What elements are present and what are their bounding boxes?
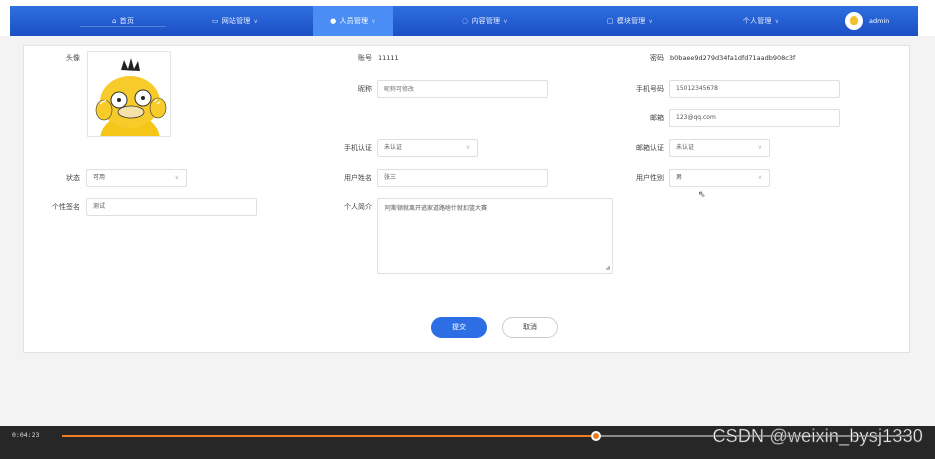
top-navbar: ⌂ 首页 ▭ 网站管理 ∨ ● 人员管理 ∨ ◌ 内容管理 ∨ ▢ 模块管理 ∨… [10, 6, 918, 36]
chevron-down-icon: ∨ [648, 17, 654, 25]
chevron-down-icon: ∨ [503, 17, 508, 25]
avatar [845, 12, 863, 30]
chat-icon: ◌ [462, 17, 469, 25]
signature-input[interactable]: 测试 [86, 198, 257, 216]
status-select[interactable]: 可用 ∨ [86, 169, 187, 187]
email-input[interactable]: 123@qq.com [669, 109, 840, 127]
realname-label: 用户姓名 [344, 174, 372, 182]
window-icon: ▢ [606, 17, 614, 25]
video-time: 0:04:23 [12, 431, 40, 439]
intro-textarea[interactable]: 阿斯顿就离开逃家道路啥什就扣篮大赛 ◢ [377, 198, 613, 274]
signature-label: 个性签名 [52, 203, 80, 211]
realname-input[interactable]: 张三 [377, 169, 548, 187]
video-progress-played [62, 435, 596, 437]
nickname-label: 昵称 [358, 85, 372, 93]
account-label: 账号 [358, 54, 372, 62]
email-auth-label: 邮箱认证 [636, 144, 664, 152]
chevron-down-icon: ∨ [174, 174, 179, 181]
page-body: 头像 账号 11111 密码 b0baee9d279d34fa1dfd71aad… [0, 36, 935, 426]
chevron-down-icon: ∨ [371, 17, 376, 25]
gender-select[interactable]: 男 ∨ [669, 169, 770, 187]
email-auth-select[interactable]: 未认证 ∨ [669, 139, 770, 157]
intro-value: 阿斯顿就离开逃家道路啥什就扣篮大赛 [385, 205, 488, 212]
nav-personal-management[interactable]: 个人管理 ∨ [716, 6, 806, 36]
gender-value: 男 [676, 174, 683, 181]
status-value: 可用 [93, 174, 106, 181]
profile-form-card: 头像 账号 11111 密码 b0baee9d279d34fa1dfd71aad… [23, 45, 910, 353]
video-control-bar: 0:04:23 CSDN @weixin_bysj1330 [0, 426, 935, 459]
nav-module-management[interactable]: ▢ 模块管理 ∨ [585, 6, 675, 36]
gender-label: 用户性别 [636, 174, 664, 182]
nav-site-management[interactable]: ▭ 网站管理 ∨ [190, 6, 280, 36]
nav-home[interactable]: ⌂ 首页 [80, 6, 166, 36]
home-icon: ⌂ [111, 17, 117, 25]
chevron-down-icon: ∨ [253, 17, 259, 25]
nav-site-label: 网站管理 [221, 17, 251, 25]
resize-handle-icon[interactable]: ◢ [605, 263, 610, 272]
username: admin [869, 17, 890, 25]
chevron-down-icon: ∨ [774, 17, 780, 25]
video-progress-knob[interactable] [590, 431, 601, 441]
password-value: b0baee9d279d34fa1dfd71aadb908c3f [670, 54, 796, 62]
avatar-upload[interactable] [87, 51, 171, 137]
nav-content-management[interactable]: ◌ 内容管理 ∨ [440, 6, 530, 36]
account-value: 11111 [378, 54, 399, 62]
phone-auth-select[interactable]: 未认证 ∨ [377, 139, 478, 157]
nav-people-management[interactable]: ● 人员管理 ∨ [313, 6, 393, 36]
phone-auth-value: 未认证 [384, 144, 403, 151]
intro-label: 个人简介 [344, 203, 372, 211]
nav-content-label: 内容管理 [471, 17, 501, 25]
phone-input[interactable]: 15012345678 [669, 80, 840, 98]
monitor-icon: ▭ [211, 17, 219, 25]
email-label: 邮箱 [650, 114, 664, 122]
nav-home-label: 首页 [119, 17, 135, 25]
mouse-cursor-icon: ⇖ [698, 190, 706, 200]
nickname-input[interactable] [377, 80, 548, 98]
user-icon: ● [330, 17, 337, 25]
nav-people-label: 人员管理 [339, 17, 369, 25]
avatar-label: 头像 [66, 54, 80, 62]
cancel-button[interactable]: 取消 [502, 317, 558, 338]
submit-button[interactable]: 提交 [431, 317, 487, 338]
status-label: 状态 [66, 174, 80, 182]
phone-auth-label: 手机认证 [344, 144, 372, 152]
password-label: 密码 [650, 54, 664, 62]
email-auth-value: 未认证 [676, 144, 695, 151]
nav-personal-label: 个人管理 [742, 17, 772, 25]
chevron-down-icon: ∨ [757, 144, 762, 151]
nav-module-label: 模块管理 [616, 17, 646, 25]
watermark: CSDN @weixin_bysj1330 [712, 426, 923, 447]
duck-avatar-image [95, 58, 167, 136]
user-menu[interactable]: admin [845, 11, 889, 31]
nav-home-underline [80, 26, 166, 27]
phone-label: 手机号码 [636, 85, 664, 93]
chevron-down-icon: ∨ [465, 144, 470, 151]
chevron-down-icon: ∨ [757, 174, 762, 181]
